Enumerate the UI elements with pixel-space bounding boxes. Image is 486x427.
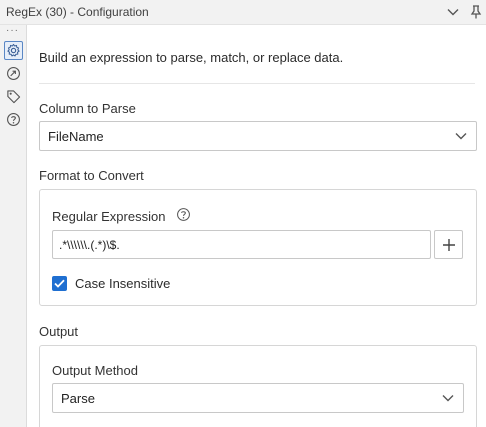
format-to-convert-group: Regular Expression Case Insensitive <box>39 189 477 306</box>
output-method-select[interactable]: Parse <box>52 383 464 413</box>
format-to-convert-label: Format to Convert <box>39 168 144 183</box>
checkmark-icon <box>54 279 65 288</box>
tag-icon <box>7 90 21 104</box>
column-to-parse-select[interactable]: FileName <box>39 121 477 151</box>
icon-rail: ··· <box>0 25 27 427</box>
column-to-parse-label: Column to Parse <box>39 101 136 116</box>
title-bar: RegEx (30) - Configuration <box>0 0 486 25</box>
chevron-down-icon <box>455 133 467 140</box>
window-title: RegEx (30) - Configuration <box>6 5 149 19</box>
output-method-value: Parse <box>61 390 95 406</box>
chevron-down-icon <box>447 9 459 16</box>
connection-icon <box>7 67 20 80</box>
add-token-button[interactable] <box>434 230 463 259</box>
collapse-button[interactable] <box>444 3 462 21</box>
output-label: Output <box>39 324 79 339</box>
configuration-panel: Build an expression to parse, match, or … <box>27 25 486 427</box>
case-insensitive-label[interactable]: Case Insensitive <box>75 276 170 291</box>
more-icon[interactable]: ··· <box>6 26 19 36</box>
gear-icon <box>7 43 20 57</box>
output-group: Output Method Parse <box>39 345 477 427</box>
pin-icon <box>470 5 482 19</box>
help-icon[interactable] <box>176 207 191 222</box>
case-insensitive-checkbox[interactable] <box>52 276 67 291</box>
divider <box>39 83 475 84</box>
rail-configuration-button[interactable] <box>4 41 23 60</box>
column-to-parse-value: FileName <box>48 128 104 144</box>
chevron-down-icon <box>442 395 454 402</box>
rail-connection-button[interactable] <box>4 64 23 83</box>
pin-button[interactable] <box>467 3 485 21</box>
tool-description: Build an expression to parse, match, or … <box>39 50 344 65</box>
help-icon <box>7 113 20 126</box>
regular-expression-label: Regular Expression <box>52 209 166 224</box>
output-method-label: Output Method <box>52 363 138 378</box>
rail-annotation-button[interactable] <box>4 87 23 106</box>
plus-icon <box>442 238 455 251</box>
regular-expression-input[interactable] <box>52 230 431 259</box>
rail-help-button[interactable] <box>4 110 23 129</box>
